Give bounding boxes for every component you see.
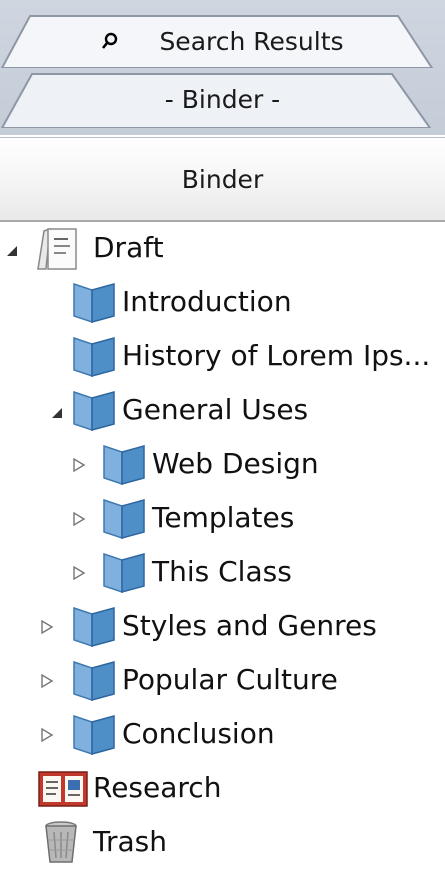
folder-icon [103,498,145,540]
tree-item-label: General Uses [122,393,309,426]
triangle-collapsed-icon[interactable] [40,620,54,634]
binder-header-title: Binder [181,164,264,194]
folder-icon [103,444,145,486]
binder-header: Binder [0,137,445,222]
tree-item-label: Trash [93,825,167,858]
tree-item-label: Templates [152,501,295,534]
search-icon [102,32,118,49]
tree-item-this-class[interactable]: This Class [0,546,445,600]
folder-icon [73,282,115,324]
folder-icon [103,552,145,594]
tree-item-label: Conclusion [122,717,275,750]
tree-item-trash[interactable]: Trash [0,816,445,870]
triangle-expanded-icon[interactable] [5,244,19,258]
tab-search-label: Search Results [159,26,344,56]
tree-item-label: History of Lorem Ips... [122,339,431,372]
tree-item-popular-culture[interactable]: Popular Culture [0,654,445,708]
triangle-collapsed-icon[interactable] [40,674,54,688]
folder-icon [73,714,115,756]
triangle-collapsed-icon[interactable] [40,728,54,742]
folder-icon [73,606,115,648]
tree-item-label: This Class [152,555,292,588]
draft-document-icon [37,227,77,270]
triangle-collapsed-icon[interactable] [72,512,86,526]
tree-item-label: Popular Culture [122,663,338,696]
tree-item-web-design[interactable]: Web Design [0,438,445,492]
tree-item-label: Web Design [152,447,319,480]
tree-item-introduction[interactable]: Introduction [0,276,445,330]
research-icon [38,771,88,807]
tree-item-label: Research [93,771,222,804]
tree-item-label: Draft [93,231,164,264]
tree-item-templates[interactable]: Templates [0,492,445,546]
tree-item-general-uses[interactable]: General Uses [0,384,445,438]
tab-strip: Search Results - Binder - [0,0,445,135]
trash-icon [45,821,77,863]
tree-item-research[interactable]: Research [0,762,445,816]
tree-item-styles-and-genres[interactable]: Styles and Genres [0,600,445,654]
folder-icon [73,660,115,702]
tree-item-history[interactable]: History of Lorem Ips... [0,330,445,384]
tab-binder-label: - Binder - [164,84,281,114]
tab-binder[interactable]: - Binder - [0,72,445,128]
tree-item-draft[interactable]: Draft [0,222,445,276]
tree-item-label: Styles and Genres [122,609,377,642]
folder-icon [73,336,115,378]
tree-item-conclusion[interactable]: Conclusion [0,708,445,762]
tree-item-label: Introduction [122,285,292,318]
triangle-expanded-icon[interactable] [50,406,64,420]
triangle-collapsed-icon[interactable] [72,566,86,580]
tab-search-results[interactable]: Search Results [0,14,445,68]
folder-icon [73,390,115,432]
triangle-collapsed-icon[interactable] [72,458,86,472]
